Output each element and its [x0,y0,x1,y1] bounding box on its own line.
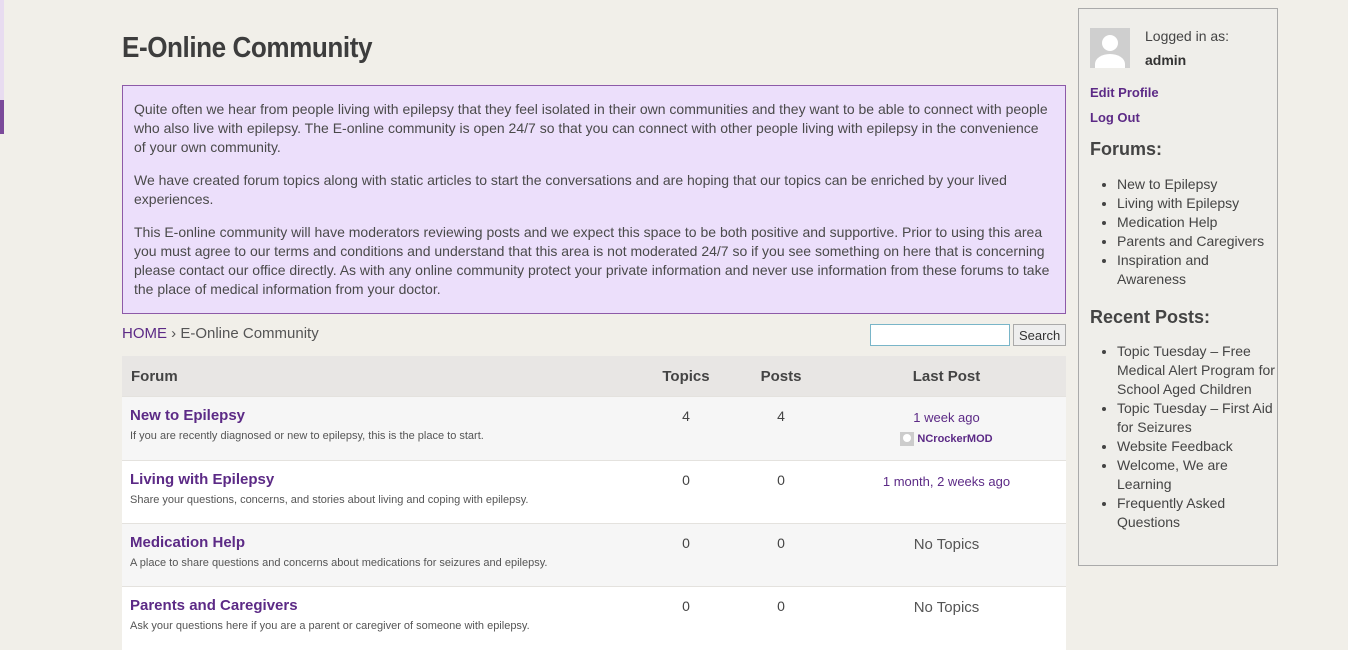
forum-description: A place to share questions and concerns … [130,557,548,569]
recent-post-item[interactable]: Topic Tuesday – Free Medical Alert Progr… [1117,342,1277,399]
forum-link[interactable]: New to Epilepsy [130,407,245,424]
poster-avatar-icon [900,432,915,446]
forum-row: New to Epilepsy If you are recently diag… [122,396,1066,461]
header-last-post: Last Post [827,356,1066,397]
recent-posts-heading: Recent Posts: [1090,307,1211,327]
sidebar: Logged in as: admin Edit Profile Log Out… [1078,8,1278,566]
topics-count: 0 [637,460,735,524]
forum-cell: New to Epilepsy If you are recently diag… [122,396,637,461]
posts-count: 4 [735,396,827,461]
forum-link[interactable]: Medication Help [130,534,245,551]
recent-post-item[interactable]: Frequently Asked Questions [1117,494,1277,532]
posts-count: 0 [735,460,827,524]
breadcrumb-separator: › [171,325,177,342]
search-input[interactable] [870,324,1010,346]
last-post-text: No Topics [827,586,1066,650]
last-poster: NCrockerMOD [828,432,1065,446]
left-edge-accent [0,100,4,134]
forum-description: If you are recently diagnosed or new to … [130,430,484,442]
search-button[interactable]: Search [1013,324,1067,346]
forum-cell: Medication Help A place to share questio… [122,523,637,587]
intro-paragraph-2: We have created forum topics along with … [134,172,1007,207]
forums-heading: Forums: [1090,139,1162,159]
log-out-link[interactable]: Log Out [1090,110,1140,125]
topics-count: 4 [637,396,735,461]
recent-post-item[interactable]: Website Feedback [1117,437,1277,456]
posts-count: 0 [735,523,827,587]
last-post-text: No Topics [827,523,1066,587]
poster-link[interactable]: NCrockerMOD [917,433,992,445]
logged-in-label: Logged in as: [1145,28,1230,44]
last-post-cell: 1 month, 2 weeks ago [827,460,1066,524]
breadcrumb-home-link[interactable]: HOME [122,325,167,342]
header-posts: Posts [735,356,827,397]
forum-cell: Living with Epilepsy Share your question… [122,460,637,524]
login-status: Logged in as: admin [1145,28,1229,68]
forum-link[interactable]: Living with Epilepsy [130,471,274,488]
forum-description: Share your questions, concerns, and stor… [130,494,529,506]
recent-posts-list: Topic Tuesday – Free Medical Alert Progr… [1090,342,1277,532]
intro-box: Quite often we hear from people living w… [122,85,1066,314]
recent-post-item[interactable]: Topic Tuesday – First Aid for Seizures [1117,399,1277,437]
forums-list: New to Epilepsy Living with Epilepsy Med… [1090,175,1277,289]
forums-table: Forum Topics Posts Last Post New to Epil… [122,356,1066,650]
last-post-link[interactable]: 1 month, 2 weeks ago [883,474,1010,489]
forums-list-item[interactable]: New to Epilepsy [1117,175,1277,194]
forums-list-item[interactable]: Parents and Caregivers [1117,232,1277,251]
forums-list-item[interactable]: Inspiration and Awareness [1117,251,1277,289]
topics-count: 0 [637,586,735,650]
breadcrumb: HOME › E-Online Community [122,325,319,342]
forum-description: Ask your questions here if you are a par… [130,620,530,632]
forums-list-item[interactable]: Living with Epilepsy [1117,194,1277,213]
forum-row: Parents and Caregivers Ask your question… [122,586,1066,650]
last-post-link[interactable]: 1 week ago [913,410,980,425]
page-title: E-Online Community [122,32,373,64]
forum-row: Living with Epilepsy Share your question… [122,460,1066,524]
user-avatar-icon[interactable] [1090,28,1130,68]
username: admin [1145,52,1187,68]
forum-link[interactable]: Parents and Caregivers [130,597,298,614]
last-post-cell: 1 week ago NCrockerMOD [827,396,1066,461]
header-topics: Topics [637,356,735,397]
edit-profile-link[interactable]: Edit Profile [1090,85,1159,100]
forum-row: Medication Help A place to share questio… [122,523,1066,587]
forum-cell: Parents and Caregivers Ask your question… [122,586,637,650]
topics-count: 0 [637,523,735,587]
recent-post-item[interactable]: Welcome, We are Learning [1117,456,1277,494]
table-header-row: Forum Topics Posts Last Post [122,356,1066,397]
search-form: Search [870,324,1067,346]
posts-count: 0 [735,586,827,650]
forums-list-item[interactable]: Medication Help [1117,213,1277,232]
breadcrumb-current: E-Online Community [180,325,319,342]
intro-paragraph-3: This E-online community will have modera… [134,224,1050,297]
left-edge-strip [0,0,4,100]
header-forum: Forum [122,356,637,397]
intro-paragraph-1: Quite often we hear from people living w… [134,101,1048,155]
